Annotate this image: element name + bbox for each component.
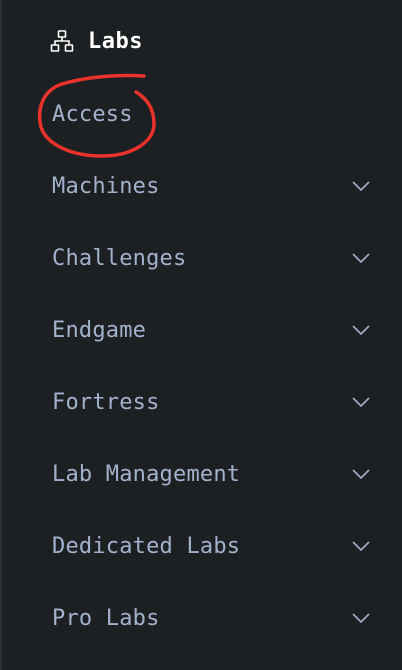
menu-item-pro-labs[interactable]: Pro Labs	[2, 582, 402, 654]
menu-item-label: Lab Management	[52, 461, 241, 487]
chevron-down-icon[interactable]	[352, 540, 370, 552]
sitemap-icon	[50, 30, 74, 52]
chevron-down-icon[interactable]	[352, 396, 370, 408]
chevron-down-icon[interactable]	[352, 468, 370, 480]
menu-item-machines[interactable]: Machines	[2, 150, 402, 222]
menu-item-lab-management[interactable]: Lab Management	[2, 438, 402, 510]
menu-item-label: Challenges	[52, 245, 187, 271]
menu-item-label: Fortress	[52, 389, 160, 415]
labs-header[interactable]: Labs	[50, 24, 143, 58]
chevron-down-icon[interactable]	[352, 612, 370, 624]
menu-item-label: Pro Labs	[52, 605, 160, 631]
menu-item-label: Endgame	[52, 317, 147, 343]
chevron-down-icon[interactable]	[352, 180, 370, 192]
menu-item-access[interactable]: Access	[2, 78, 402, 150]
menu-item-label: Dedicated Labs	[52, 533, 241, 559]
chevron-down-icon[interactable]	[352, 324, 370, 336]
chevron-down-icon[interactable]	[352, 252, 370, 264]
menu-item-fortress[interactable]: Fortress	[2, 366, 402, 438]
menu-item-dedicated-labs[interactable]: Dedicated Labs	[2, 510, 402, 582]
labs-sidebar-panel: Labs Access Machines Challenges Endgame …	[0, 0, 402, 670]
labs-menu: Access Machines Challenges Endgame Fortr…	[2, 78, 402, 654]
menu-item-challenges[interactable]: Challenges	[2, 222, 402, 294]
menu-item-label: Access	[52, 101, 133, 127]
labs-title: Labs	[88, 28, 143, 54]
menu-item-label: Machines	[52, 173, 160, 199]
menu-item-endgame[interactable]: Endgame	[2, 294, 402, 366]
